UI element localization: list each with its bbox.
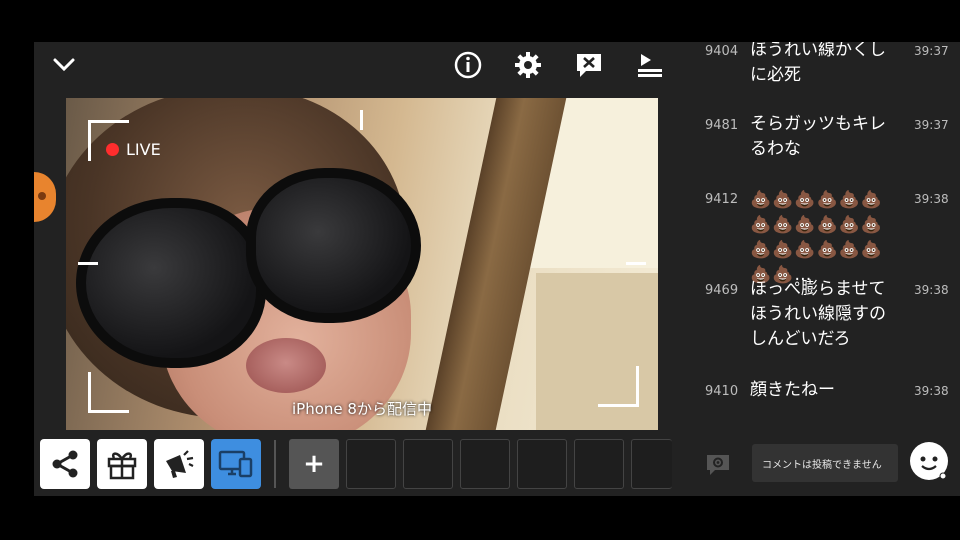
live-label: LIVE [126, 140, 161, 159]
lips [246, 338, 326, 393]
comment-number: 9481 [705, 118, 739, 133]
reaction-button[interactable] [910, 442, 948, 480]
comment-input-row: コメントは投稿できません [688, 440, 960, 490]
sunglasses-left-lens [76, 198, 266, 368]
gift-button[interactable] [97, 439, 147, 489]
screen-icon [218, 450, 253, 478]
comment-toggle-button[interactable] [574, 50, 604, 80]
share-button[interactable] [40, 439, 90, 489]
info-button[interactable] [453, 50, 483, 80]
sunglasses-right-lens [246, 168, 421, 323]
announce-button[interactable] [154, 439, 204, 489]
comment-number: 9410 [705, 384, 739, 399]
comment-time: 39:38 [914, 192, 949, 206]
viewfinder-tick-left [78, 262, 98, 265]
comment-number: 9412 [705, 192, 739, 207]
comment-time: 39:37 [914, 118, 949, 132]
chevron-down-icon [53, 58, 75, 72]
item-slot[interactable] [460, 439, 510, 489]
toolbar-divider [274, 440, 276, 488]
comment-text: そらガッツもキレるわな [750, 114, 886, 159]
gift-icon [107, 452, 137, 480]
comment-off-icon [577, 54, 601, 77]
item-slot[interactable] [346, 439, 396, 489]
viewfinder-tick-right [626, 262, 646, 265]
screen-mode-button[interactable] [211, 439, 261, 489]
megaphone-icon [166, 450, 194, 478]
item-slot[interactable] [403, 439, 453, 489]
chat-gear-icon [707, 455, 729, 475]
handle-dot [38, 192, 46, 200]
item-slot[interactable] [631, 439, 672, 489]
add-item-button[interactable]: + [289, 439, 339, 489]
collapse-button[interactable] [49, 50, 79, 80]
comment-input[interactable]: コメントは投稿できません [752, 444, 898, 482]
settings-button[interactable] [513, 50, 543, 80]
comment-text: 顔きたねー [750, 380, 835, 400]
comment-number: 9469 [705, 283, 739, 298]
viewfinder-tick-top [360, 110, 363, 130]
comment-text: ほうれい線かくしに必死 [750, 42, 886, 85]
info-icon [454, 51, 482, 79]
comment-settings-button[interactable] [705, 452, 731, 478]
share-icon [52, 450, 78, 478]
stream-caption: iPhone 8から配信中 [292, 400, 432, 418]
smiley-face-icon [920, 456, 947, 480]
item-slot[interactable] [517, 439, 567, 489]
comment-time: 39:38 [914, 384, 949, 398]
upload-button[interactable] [635, 50, 665, 80]
comment-text: ほっぺ膨らませてほうれい線隠すのしんどいだろ [750, 279, 886, 349]
live-indicator: LIVE [106, 140, 161, 159]
comment-time: 39:38 [914, 283, 949, 297]
item-slot[interactable] [574, 439, 624, 489]
live-dot-icon [106, 143, 119, 156]
comment-number: 9404 [705, 44, 739, 59]
comment-list[interactable]: 9404 ほうれい線かくしに必死 39:37 9481 そらガッツもキレるわな … [688, 42, 960, 446]
comment-time: 39:37 [914, 44, 949, 58]
upload-icon [638, 54, 662, 77]
gear-icon [515, 52, 541, 78]
comment-text: 💩💩💩💩💩💩💩💩💩💩💩💩💩💩💩💩💩💩💩💩… [750, 190, 884, 285]
bottom-toolbar: + [40, 438, 672, 490]
